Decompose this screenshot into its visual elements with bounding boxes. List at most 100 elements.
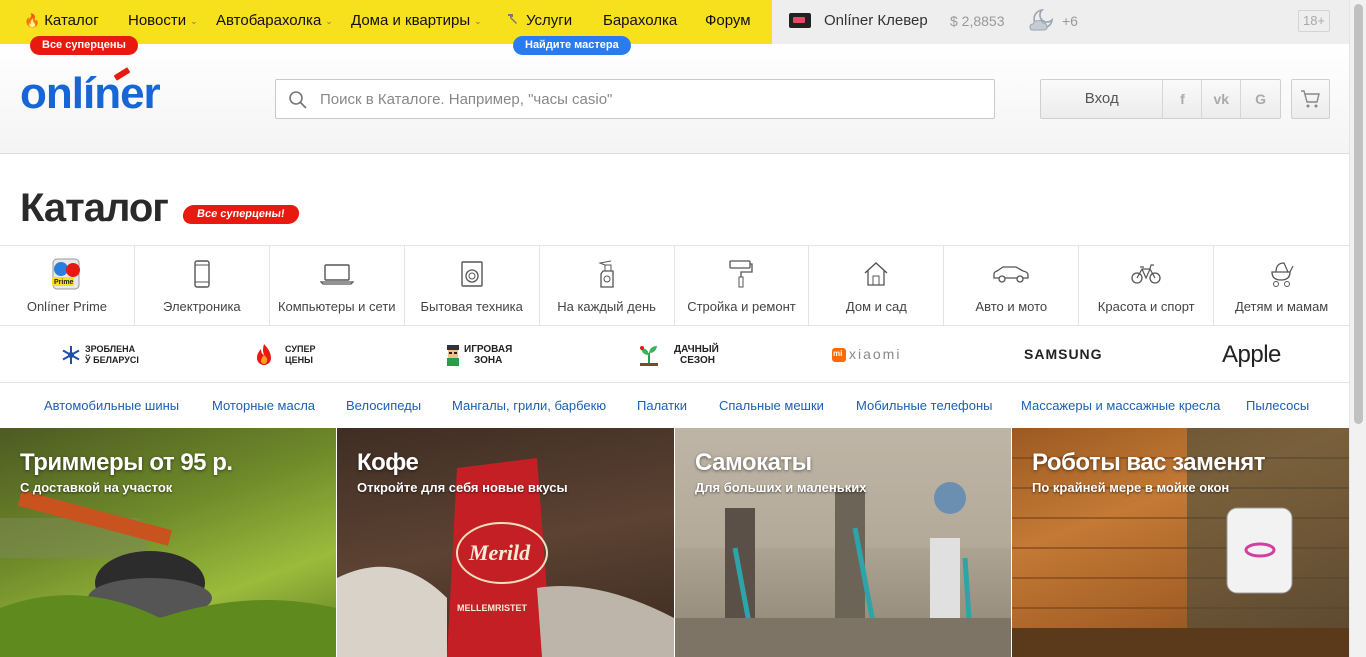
login-button[interactable]: Вход [1041, 80, 1164, 118]
category-label: Onlíner Prime [26, 299, 108, 314]
nav-news-label: Новости [128, 12, 187, 29]
quick-link[interactable]: Автомобильные шины [44, 398, 179, 413]
scrollbar-thumb[interactable] [1354, 4, 1363, 424]
auth-panel: Вход f vk G [1040, 79, 1281, 119]
currency-rate[interactable]: $ 2,8853 [950, 13, 1005, 29]
promo-subtitle: Для больших и маленьких [695, 480, 867, 495]
promo-subtitle: Откройте для себя новые вкусы [357, 480, 568, 495]
svg-text:Prime: Prime [54, 279, 74, 286]
superprice-badge[interactable]: Все суперцены! [181, 205, 300, 224]
nav-forum[interactable]: Форум [705, 12, 751, 29]
onliner-logo[interactable]: onlíner [20, 67, 161, 119]
washing-machine-icon [460, 261, 483, 287]
moon-cloud-icon [1029, 8, 1054, 31]
quick-link[interactable]: Спальные мешки [719, 398, 824, 413]
quick-link[interactable]: Мангалы, грили, барбекю [452, 398, 606, 413]
category-computers[interactable]: Компьютеры и сети [270, 246, 405, 326]
nav-services-label: Услуги [526, 12, 573, 29]
page-scrollbar[interactable] [1349, 0, 1366, 657]
category-label: Авто и мото [975, 299, 1048, 314]
category-strip: Prime Onlíner Prime Электроника Компьюте… [0, 245, 1349, 326]
category-auto-moto[interactable]: Авто и мото [944, 246, 1080, 326]
nav-baraholka-label: Барахолка [603, 12, 678, 29]
brand-made-in-belarus[interactable]: ЗРОБЛЕНА Ў БЕЛАРУСІ [61, 326, 139, 383]
cart-button[interactable] [1291, 79, 1330, 119]
category-appliances[interactable]: Бытовая техника [405, 246, 540, 326]
weather-widget[interactable]: +6 [1026, 6, 1078, 36]
category-label: На каждый день [557, 299, 656, 314]
top-bar: 🔥 Каталог Новости ⌄ Автобарахолка ⌄ Дома… [0, 0, 1349, 44]
brand-game-zone[interactable]: ИГРОВАЯ ЗОНА [444, 326, 512, 383]
category-label: Стройка и ремонт [687, 299, 796, 314]
nav-auto[interactable]: Автобарахолка ⌄ [216, 12, 333, 29]
brand-line: СЕЗОН [680, 354, 716, 366]
category-beauty-sport[interactable]: Красота и спорт [1079, 246, 1215, 326]
category-label: Бытовая техника [420, 299, 523, 314]
nav-realty-label: Дома и квартиры [351, 12, 471, 29]
category-label: Детям и мамам [1234, 299, 1329, 314]
weather-temp: +6 [1062, 13, 1078, 29]
house-icon [864, 262, 888, 286]
snowflake-icon [62, 345, 80, 364]
phone-icon [194, 260, 210, 288]
gamer-icon [447, 344, 459, 366]
brand-line: Ў БЕЛАРУСІ [85, 354, 139, 365]
nav-catalog-label: Каталог [44, 12, 99, 29]
nav-forum-label: Форум [705, 12, 751, 29]
paint-roller-icon [729, 260, 754, 288]
promo-coffee[interactable]: Merild MELLEMRISTET Кофе Откройте для се… [337, 428, 674, 657]
quick-links: Автомобильные шины Моторные масла Велоси… [0, 383, 1349, 428]
promo-title: Роботы вас заменят [1032, 449, 1266, 476]
brand-line: ЗРОБЛЕНА [85, 343, 136, 354]
quick-link[interactable]: Мобильные телефоны [856, 398, 993, 413]
chevron-down-icon: ⌄ [474, 16, 482, 26]
nav-catalog[interactable]: 🔥 Каталог [24, 12, 99, 29]
nav-news[interactable]: Новости ⌄ [128, 12, 198, 29]
facebook-icon: f [1180, 91, 1185, 107]
page-title: Каталог [20, 186, 169, 230]
chevron-down-icon: ⌄ [190, 16, 198, 26]
cart-icon [1300, 90, 1320, 108]
promo-title: Самокаты [695, 449, 812, 476]
promo-trimmers[interactable]: Триммеры от 95 р. С доставкой на участок [0, 428, 336, 657]
brand-xiaomi[interactable]: xiaomi [832, 326, 901, 383]
brand-super-prices[interactable]: СУПЕР ЦЕНЫ [255, 326, 315, 383]
google-login-button[interactable]: G [1241, 80, 1280, 118]
brand-line: ДАЧНЫЙ [674, 343, 719, 355]
category-home-garden[interactable]: Дом и сад [809, 246, 945, 326]
category-kids[interactable]: Детям и мамам [1214, 246, 1349, 326]
brand-apple[interactable]: Apple [1222, 326, 1281, 383]
clever-link[interactable]: Onlíner Клевер [789, 12, 928, 29]
catalog-superprice-badge[interactable]: Все суперцены [30, 36, 138, 55]
quick-link[interactable]: Палатки [637, 398, 687, 413]
category-everyday[interactable]: На каждый день [540, 246, 675, 326]
quick-link[interactable]: Велосипеды [346, 398, 421, 413]
promo-scooters[interactable]: Самокаты Для больших и маленьких [675, 428, 1011, 657]
spray-bottle-icon [597, 260, 614, 288]
search-icon [288, 90, 308, 115]
nav-baraholka[interactable]: Барахолка [603, 12, 677, 29]
category-prime[interactable]: Prime Onlíner Prime [0, 246, 135, 326]
flame-icon [257, 343, 271, 365]
promo-title: Триммеры от 95 р. [20, 449, 233, 476]
category-electronics[interactable]: Электроника [135, 246, 270, 326]
bicycle-icon [1131, 264, 1161, 284]
search-box[interactable] [275, 79, 995, 119]
facebook-login-button[interactable]: f [1163, 80, 1203, 118]
brand-samsung[interactable]: SAMSUNG [1024, 326, 1103, 383]
promo-subtitle: С доставкой на участок [20, 480, 173, 495]
promo-robots[interactable]: Роботы вас заменят По крайней мере в мой… [1012, 428, 1349, 657]
brand-dacha-season[interactable]: ДАЧНЫЙ СЕЗОН [638, 326, 719, 383]
quick-link[interactable]: Моторные масла [212, 398, 315, 413]
quick-link[interactable]: Пылесосы [1246, 398, 1309, 413]
google-icon: G [1255, 91, 1267, 107]
nav-services[interactable]: Услуги [506, 12, 572, 29]
quick-link[interactable]: Массажеры и массажные кресла [1021, 398, 1220, 413]
category-construction[interactable]: Стройка и ремонт [675, 246, 810, 326]
search-input[interactable] [320, 80, 980, 118]
logo-text: onlíner [20, 69, 161, 118]
brand-strip: ЗРОБЛЕНА Ў БЕЛАРУСІ СУПЕР ЦЕНЫ ИГРОВАЯ ЗОНА… [0, 326, 1349, 383]
vk-login-button[interactable]: vk [1202, 80, 1242, 118]
find-master-badge[interactable]: Найдите мастера [513, 36, 631, 55]
nav-realty[interactable]: Дома и квартиры ⌄ [351, 12, 482, 29]
